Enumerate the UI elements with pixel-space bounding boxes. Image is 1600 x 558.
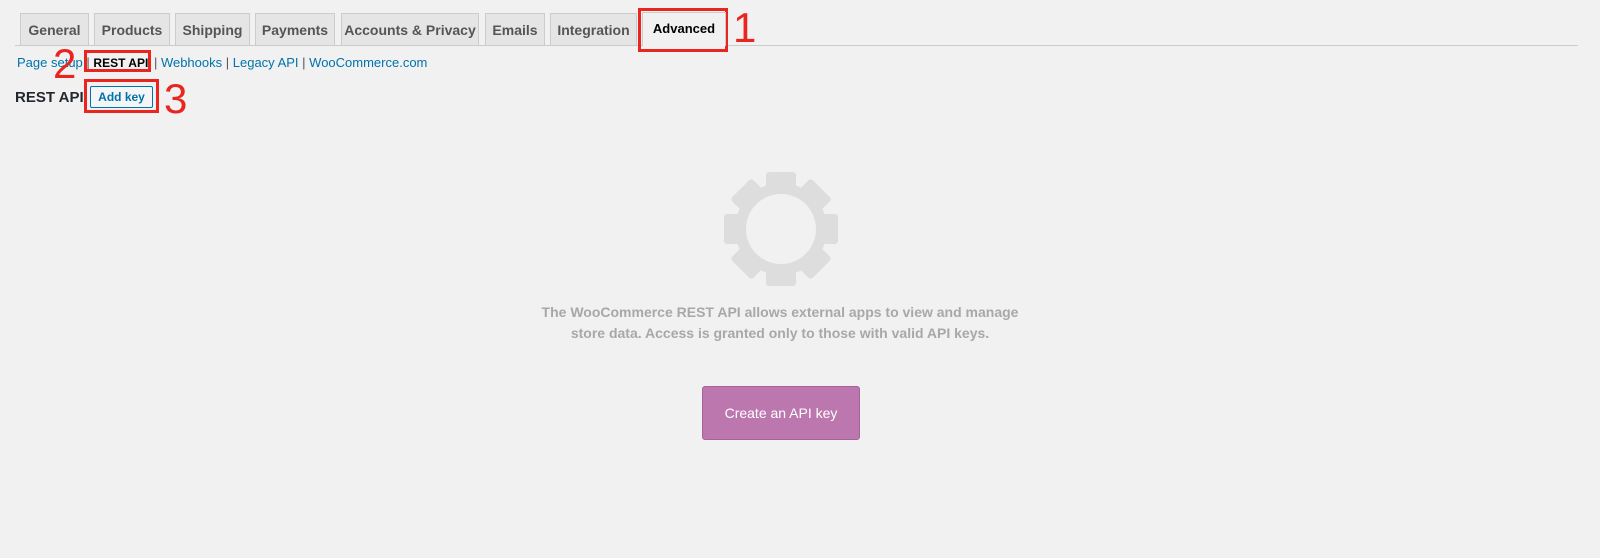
gear-icon — [724, 172, 838, 286]
tab-payments[interactable]: Payments — [255, 13, 335, 45]
tabs-divider — [15, 45, 1578, 46]
subnav-separator: | — [225, 55, 233, 70]
page-title: REST API — [15, 89, 84, 106]
subnav-rest-api[interactable]: REST API — [93, 56, 148, 70]
annotation-number-3: 3 — [164, 75, 188, 122]
subnav-woocommerce-com[interactable]: WooCommerce.com — [309, 55, 427, 70]
annotation-number-2: 2 — [53, 40, 77, 87]
subnav-legacy-api[interactable]: Legacy API — [233, 55, 299, 70]
subnav-separator: | — [153, 55, 161, 70]
create-api-key-button[interactable]: Create an API key — [702, 386, 860, 440]
empty-state-message: The WooCommerce REST API allows external… — [541, 304, 1019, 341]
sub-navigation: Page setup | REST API | Webhooks | Legac… — [17, 55, 427, 71]
add-key-button[interactable]: Add key — [90, 86, 153, 108]
tab-shipping[interactable]: Shipping — [175, 13, 250, 45]
settings-tabs: General Products Shipping Payments Accou… — [0, 0, 1578, 46]
tab-integration[interactable]: Integration — [550, 13, 637, 45]
tab-accounts-privacy[interactable]: Accounts & Privacy — [341, 13, 479, 45]
tab-products[interactable]: Products — [94, 13, 170, 45]
annotation-number-1: 1 — [733, 4, 757, 51]
subnav-webhooks[interactable]: Webhooks — [161, 55, 222, 70]
tab-emails[interactable]: Emails — [485, 13, 545, 45]
tab-advanced[interactable]: Advanced — [642, 12, 726, 46]
